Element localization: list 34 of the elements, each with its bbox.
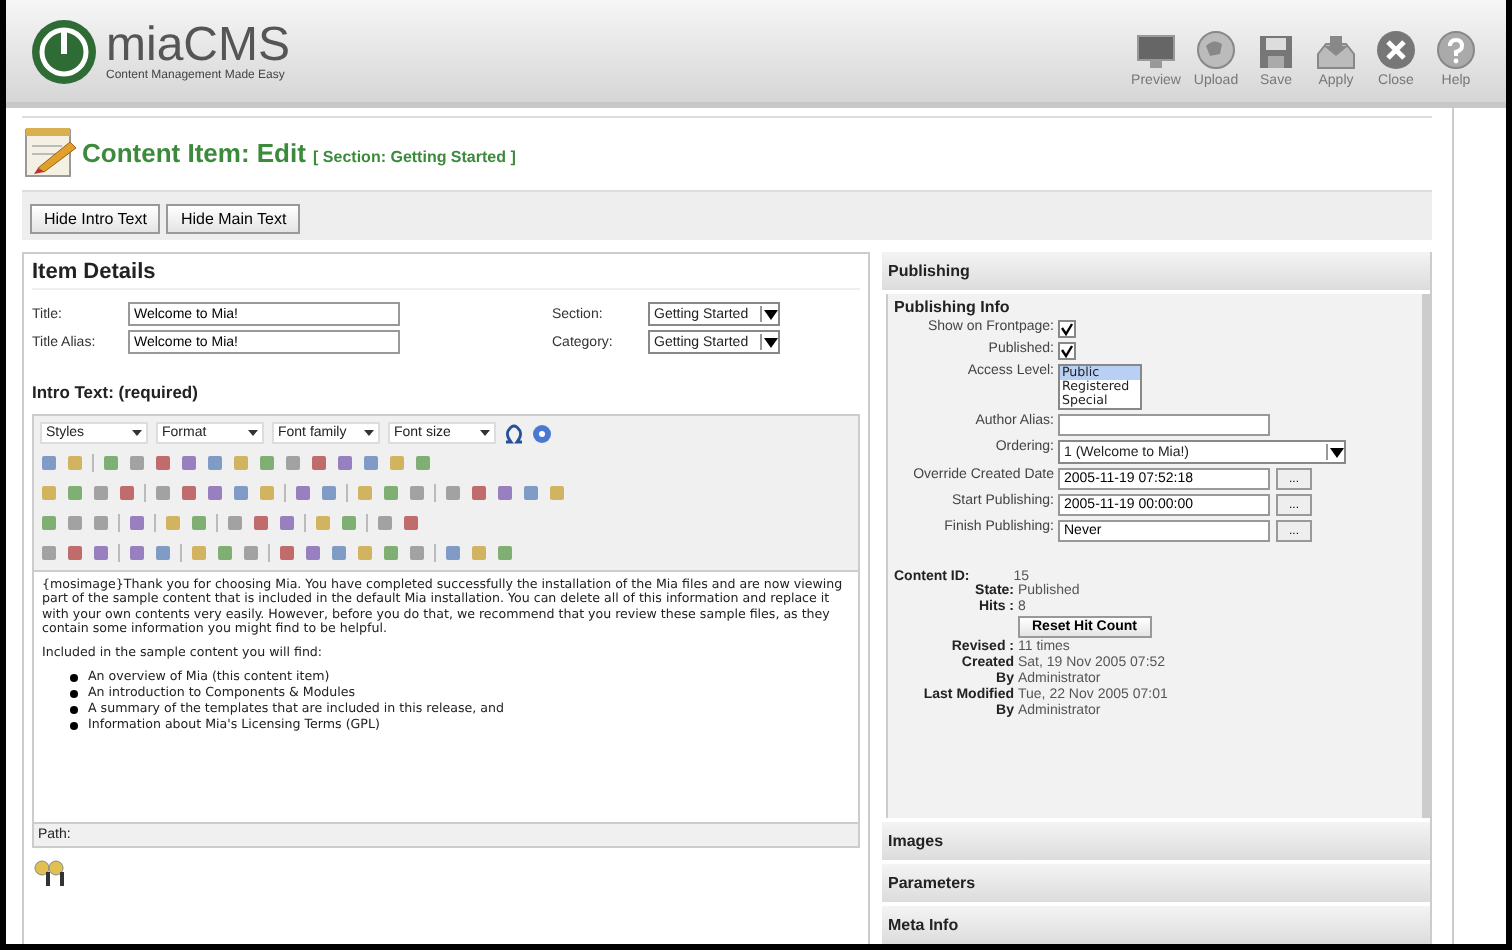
caret-icon — [248, 430, 258, 436]
bullet-icon — [70, 722, 78, 731]
page-title: Content Item: Edit [ Section: Getting Started ] — [82, 137, 516, 167]
caret-icon — [1329, 447, 1343, 457]
bullet-icon — [70, 674, 78, 683]
bullet-icon — [70, 706, 78, 715]
close-icon — [1376, 30, 1416, 70]
text-field[interactable] — [1058, 414, 1270, 436]
checkbox[interactable] — [1058, 320, 1076, 338]
caret-icon — [763, 309, 777, 319]
globe-icon — [1196, 30, 1236, 70]
subsection-heading: Publishing Info — [894, 298, 1012, 316]
editor-content-area[interactable] — [34, 570, 858, 822]
caret-icon — [480, 430, 490, 436]
scrollbar[interactable] — [1422, 294, 1430, 818]
omega-symbol-icon[interactable] — [504, 423, 524, 443]
accordion-header[interactable]: Parameters — [882, 864, 1430, 902]
intro-text-label: Intro Text: (required) — [32, 382, 200, 402]
accordion-header[interactable]: Publishing — [882, 252, 1430, 290]
accordion-header[interactable]: Meta Info — [882, 906, 1430, 944]
logo-wordmark: miaCMS — [106, 21, 291, 69]
notepad-pencil-icon — [22, 124, 78, 180]
checkbox[interactable] — [1058, 342, 1076, 360]
logo-icon — [30, 17, 98, 85]
toggle-button[interactable]: Hide Main Text — [166, 204, 301, 234]
caret-icon — [364, 430, 374, 436]
bullet-icon — [70, 690, 78, 699]
caret-icon — [132, 430, 142, 436]
tray-icon — [1316, 34, 1356, 70]
caret-icon — [763, 337, 777, 347]
toggle-button[interactable]: Hide Intro Text — [30, 204, 161, 234]
accordion-header[interactable]: Images — [882, 822, 1430, 860]
section-heading: Item Details — [32, 260, 860, 290]
monitor-icon — [1136, 34, 1176, 70]
